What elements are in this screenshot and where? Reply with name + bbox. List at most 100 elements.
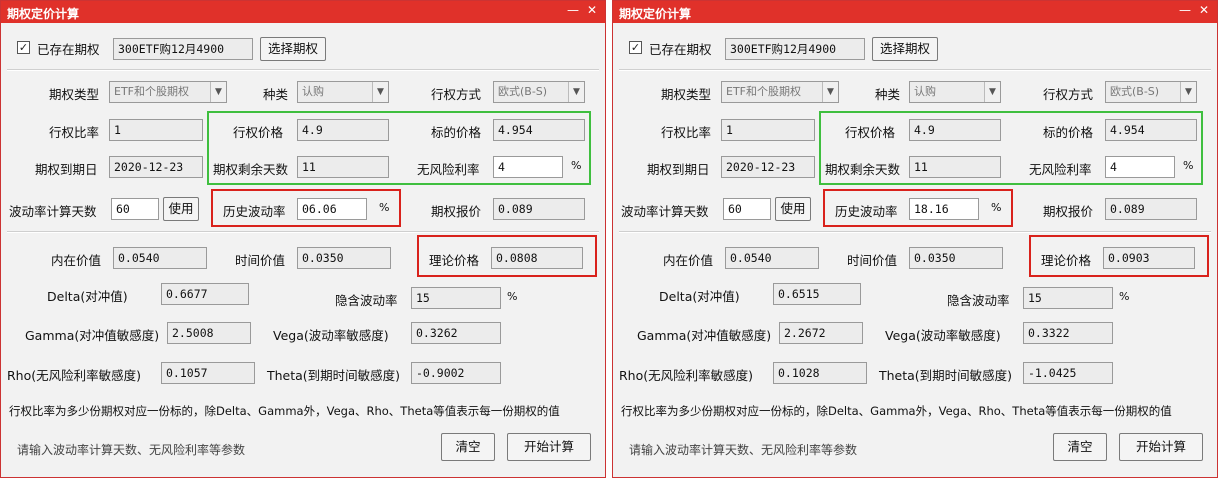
historical-vol-field[interactable]: 06.06 bbox=[297, 198, 367, 220]
historical-vol-field[interactable]: 18.16 bbox=[909, 198, 979, 220]
clear-button[interactable]: 清空 bbox=[441, 433, 495, 461]
divider bbox=[7, 69, 599, 71]
time-value-field[interactable]: 0.0350 bbox=[909, 247, 1003, 269]
existing-option-label: 已存在期权 bbox=[649, 42, 712, 57]
exercise-style-select[interactable]: 欧式(B-S) ▼ bbox=[493, 81, 585, 103]
calculate-button[interactable]: 开始计算 bbox=[1119, 433, 1203, 461]
vega-label: Vega(波动率敏感度) bbox=[273, 328, 389, 343]
use-button[interactable]: 使用 bbox=[775, 197, 811, 221]
theta-field[interactable]: -1.0425 bbox=[1023, 362, 1113, 384]
theoretical-price-field[interactable]: 0.0903 bbox=[1103, 247, 1195, 269]
option-name-field[interactable]: 300ETF购12月4900 bbox=[725, 38, 865, 60]
footnote-text: 行权比率为多少份期权对应一份标的，除Delta、Gamma外，Vega、Rho、… bbox=[9, 404, 560, 418]
option-type-select[interactable]: ETF和个股期权 ▼ bbox=[721, 81, 839, 103]
option-type-label: 期权类型 bbox=[661, 87, 712, 102]
rho-field[interactable]: 0.1057 bbox=[161, 362, 255, 384]
delta-field[interactable]: 0.6515 bbox=[773, 283, 861, 305]
clear-button[interactable]: 清空 bbox=[1053, 433, 1107, 461]
vol-calc-days-label: 波动率计算天数 bbox=[9, 204, 97, 219]
exercise-style-label: 行权方式 bbox=[1043, 87, 1094, 102]
option-pricing-window: 期权定价计算 — ✕ ✓ 已存在期权 300ETF购12月4900 选择期权 期… bbox=[0, 0, 606, 478]
minimize-icon[interactable]: — bbox=[1179, 3, 1191, 17]
chevron-down-icon: ▼ bbox=[210, 82, 226, 102]
intrinsic-value-label: 内在价值 bbox=[663, 253, 714, 268]
time-value-field[interactable]: 0.0350 bbox=[297, 247, 391, 269]
close-icon[interactable]: ✕ bbox=[587, 3, 597, 17]
rho-label: Rho(无风险利率敏感度) bbox=[619, 368, 754, 383]
existing-option-label: 已存在期权 bbox=[37, 42, 100, 57]
divider bbox=[7, 231, 599, 233]
expiry-date-field[interactable]: 2020-12-23 bbox=[721, 156, 815, 178]
risk-free-rate-label: 无风险利率 bbox=[1029, 162, 1092, 177]
underlying-select[interactable]: 认购 ▼ bbox=[297, 81, 389, 103]
percent-unit: % bbox=[379, 201, 390, 214]
exercise-style-value: 欧式(B-S) bbox=[1110, 85, 1160, 98]
vol-calc-days-field[interactable]: 60 bbox=[723, 198, 771, 220]
rho-label: Rho(无风险利率敏感度) bbox=[7, 368, 142, 383]
exercise-ratio-label: 行权比率 bbox=[49, 125, 100, 140]
underlying-price-field[interactable]: 4.954 bbox=[493, 119, 585, 141]
underlying-label: 种类 bbox=[875, 87, 901, 102]
risk-free-rate-label: 无风险利率 bbox=[417, 162, 480, 177]
option-type-value: ETF和个股期权 bbox=[114, 85, 189, 98]
strike-price-field[interactable]: 4.9 bbox=[297, 119, 389, 141]
implied-vol-field[interactable]: 15 bbox=[1023, 287, 1113, 309]
expiry-date-label: 期权到期日 bbox=[35, 162, 98, 177]
option-quote-field[interactable]: 0.089 bbox=[1105, 198, 1197, 220]
gamma-label: Gamma(对冲值敏感度) bbox=[25, 328, 160, 343]
remaining-days-field[interactable]: 11 bbox=[297, 156, 389, 178]
intrinsic-value-field[interactable]: 0.0540 bbox=[113, 247, 207, 269]
option-type-value: ETF和个股期权 bbox=[726, 85, 801, 98]
close-icon[interactable]: ✕ bbox=[1199, 3, 1209, 17]
window-title: 期权定价计算 bbox=[619, 7, 692, 21]
theoretical-price-field[interactable]: 0.0808 bbox=[491, 247, 583, 269]
underlying-value: 认购 bbox=[914, 85, 936, 98]
gamma-field[interactable]: 2.5008 bbox=[167, 322, 251, 344]
theta-label: Theta(到期时间敏感度) bbox=[879, 368, 1013, 383]
exercise-style-select[interactable]: 欧式(B-S) ▼ bbox=[1105, 81, 1197, 103]
minimize-icon[interactable]: — bbox=[567, 3, 579, 17]
remaining-days-label: 期权剩余天数 bbox=[213, 162, 289, 177]
percent-unit: % bbox=[1183, 159, 1194, 172]
option-type-select[interactable]: ETF和个股期权 ▼ bbox=[109, 81, 227, 103]
percent-unit: % bbox=[1119, 290, 1130, 303]
underlying-price-label: 标的价格 bbox=[1043, 125, 1094, 140]
vega-field[interactable]: 0.3322 bbox=[1023, 322, 1113, 344]
chevron-down-icon: ▼ bbox=[984, 82, 1000, 102]
chevron-down-icon: ▼ bbox=[568, 82, 584, 102]
option-quote-field[interactable]: 0.089 bbox=[493, 198, 585, 220]
rho-field[interactable]: 0.1028 bbox=[773, 362, 867, 384]
existing-option-checkbox[interactable]: ✓ bbox=[17, 41, 30, 54]
implied-vol-field[interactable]: 15 bbox=[411, 287, 501, 309]
existing-option-checkbox[interactable]: ✓ bbox=[629, 41, 642, 54]
underlying-select[interactable]: 认购 ▼ bbox=[909, 81, 1001, 103]
divider bbox=[619, 231, 1211, 233]
delta-field[interactable]: 0.6677 bbox=[161, 283, 249, 305]
strike-price-field[interactable]: 4.9 bbox=[909, 119, 1001, 141]
title-bar: 期权定价计算 — ✕ bbox=[1, 1, 605, 23]
vol-calc-days-field[interactable]: 60 bbox=[111, 198, 159, 220]
strike-price-label: 行权价格 bbox=[845, 125, 896, 140]
implied-vol-label: 隐含波动率 bbox=[335, 293, 398, 308]
exercise-ratio-field[interactable]: 1 bbox=[109, 119, 203, 141]
use-button[interactable]: 使用 bbox=[163, 197, 199, 221]
intrinsic-value-field[interactable]: 0.0540 bbox=[725, 247, 819, 269]
exercise-ratio-field[interactable]: 1 bbox=[721, 119, 815, 141]
risk-free-rate-field[interactable]: 4 bbox=[493, 156, 563, 178]
select-option-button[interactable]: 选择期权 bbox=[260, 37, 326, 61]
vega-label: Vega(波动率敏感度) bbox=[885, 328, 1001, 343]
option-quote-label: 期权报价 bbox=[431, 204, 482, 219]
historical-vol-label: 历史波动率 bbox=[223, 204, 286, 219]
underlying-price-label: 标的价格 bbox=[431, 125, 482, 140]
vega-field[interactable]: 0.3262 bbox=[411, 322, 501, 344]
underlying-price-field[interactable]: 4.954 bbox=[1105, 119, 1197, 141]
vol-calc-days-label: 波动率计算天数 bbox=[621, 204, 709, 219]
theta-field[interactable]: -0.9002 bbox=[411, 362, 501, 384]
remaining-days-field[interactable]: 11 bbox=[909, 156, 1001, 178]
gamma-field[interactable]: 2.2672 bbox=[779, 322, 863, 344]
risk-free-rate-field[interactable]: 4 bbox=[1105, 156, 1175, 178]
calculate-button[interactable]: 开始计算 bbox=[507, 433, 591, 461]
option-name-field[interactable]: 300ETF购12月4900 bbox=[113, 38, 253, 60]
expiry-date-field[interactable]: 2020-12-23 bbox=[109, 156, 203, 178]
select-option-button[interactable]: 选择期权 bbox=[872, 37, 938, 61]
